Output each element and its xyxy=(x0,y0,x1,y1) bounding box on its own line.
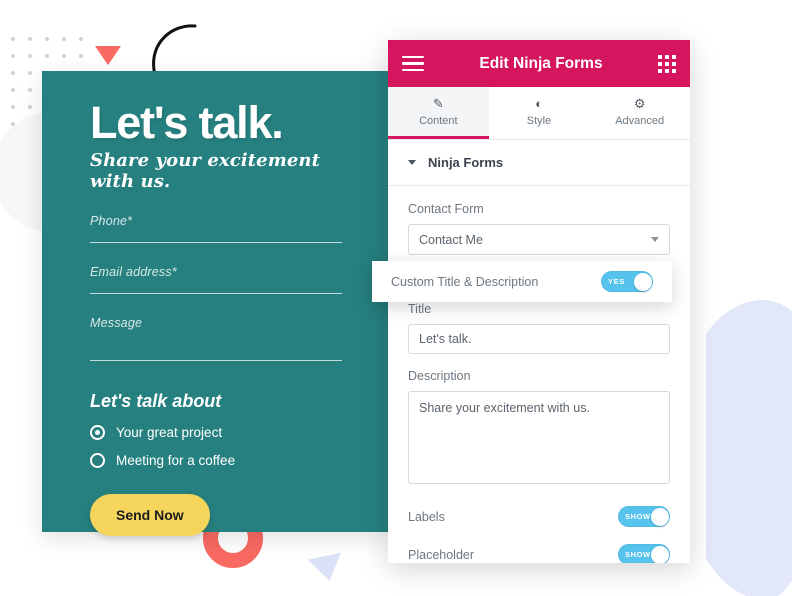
form-preview-subheading: Share your excitement with us. xyxy=(90,150,321,193)
placeholder-label: Placeholder xyxy=(408,547,475,562)
tab-advanced[interactable]: ⚙ Advanced xyxy=(589,87,690,139)
form-field-phone-underline xyxy=(90,242,342,244)
labels-toggle[interactable]: SHOW xyxy=(618,506,670,527)
panel-header: Edit Ninja Forms xyxy=(388,40,690,87)
form-field-message[interactable]: Message xyxy=(90,316,342,362)
form-field-message-underline xyxy=(90,360,342,362)
control-contact-form: Contact Form Contact Me xyxy=(408,202,670,255)
form-field-email-label: Email address* xyxy=(90,265,177,280)
title-input[interactable] xyxy=(408,324,670,354)
control-placeholder: Placeholder SHOW xyxy=(408,544,670,563)
description-label: Description xyxy=(408,369,471,383)
custom-title-toggle[interactable]: YES xyxy=(601,271,653,292)
custom-title-toggle-state: YES xyxy=(608,277,625,286)
tab-advanced-label: Advanced xyxy=(615,114,665,127)
placeholder-toggle-state: SHOW xyxy=(625,550,651,559)
tab-content-label: Content xyxy=(419,114,458,127)
lavender-triangle-decoration xyxy=(307,552,347,585)
tab-content[interactable]: ✎ Content xyxy=(388,87,489,139)
toggle-knob xyxy=(650,507,669,526)
radio-group-heading: Let's talk about xyxy=(90,391,222,412)
contact-form-label: Contact Form xyxy=(408,202,484,216)
form-field-message-label: Message xyxy=(90,316,143,331)
screenshot-canvas: Let's talk. Share your excitement with u… xyxy=(0,0,792,596)
contact-form-selected-value: Contact Me xyxy=(419,232,483,247)
control-description: Description xyxy=(408,369,670,489)
title-label: Title xyxy=(408,302,432,316)
tab-style[interactable]: ◐ Style xyxy=(488,87,590,139)
panel-body: Contact Form Contact Me Title Descriptio… xyxy=(388,186,690,563)
section-header-ninja-forms[interactable]: Ninja Forms xyxy=(388,140,690,186)
toggle-knob xyxy=(633,272,652,291)
section-title: Ninja Forms xyxy=(428,155,504,170)
form-field-phone[interactable]: Phone* xyxy=(90,214,342,244)
control-title: Title xyxy=(408,302,670,354)
radio-icon-unselected[interactable] xyxy=(90,453,105,469)
radio-option-your-great-project[interactable]: Your great project xyxy=(90,425,342,441)
radio-option-label: Your great project xyxy=(116,425,223,441)
control-labels: Labels SHOW xyxy=(408,506,670,527)
chevron-down-icon xyxy=(651,237,659,242)
panel-tabs: ✎ Content ◐ Style ⚙ Advanced xyxy=(388,87,690,140)
coral-triangle-decoration xyxy=(95,46,121,65)
form-field-email-underline xyxy=(90,293,342,295)
contact-form-select[interactable]: Contact Me xyxy=(408,224,670,255)
caret-down-icon[interactable] xyxy=(408,160,416,165)
tab-style-label: Style xyxy=(526,114,552,127)
pencil-icon: ✎ xyxy=(432,95,444,111)
toggle-knob xyxy=(650,545,669,563)
description-textarea[interactable] xyxy=(408,391,670,484)
send-now-button[interactable]: Send Now xyxy=(90,494,210,537)
labels-label: Labels xyxy=(408,509,445,524)
hamburger-icon[interactable] xyxy=(402,52,424,76)
contrast-icon: ◐ xyxy=(535,95,543,111)
gear-icon: ⚙ xyxy=(633,95,646,111)
page-title: Edit Ninja Forms xyxy=(479,54,603,72)
form-field-phone-label: Phone* xyxy=(90,214,133,229)
form-preview-heading: Let's talk. xyxy=(90,97,284,148)
custom-title-description-callout: Custom Title & Description YES xyxy=(372,261,672,302)
radio-option-meeting-for-a-coffee[interactable]: Meeting for a coffee xyxy=(90,453,342,469)
contact-form-preview-card: Let's talk. Share your excitement with u… xyxy=(42,71,390,537)
custom-title-label: Custom Title & Description xyxy=(391,274,539,289)
labels-toggle-state: SHOW xyxy=(625,512,651,521)
placeholder-toggle[interactable]: SHOW xyxy=(618,544,670,563)
radio-icon-selected[interactable] xyxy=(90,425,105,441)
apps-grid-icon[interactable] xyxy=(658,54,676,73)
radio-option-label: Meeting for a coffee xyxy=(116,453,236,469)
form-field-email[interactable]: Email address* xyxy=(90,265,342,295)
